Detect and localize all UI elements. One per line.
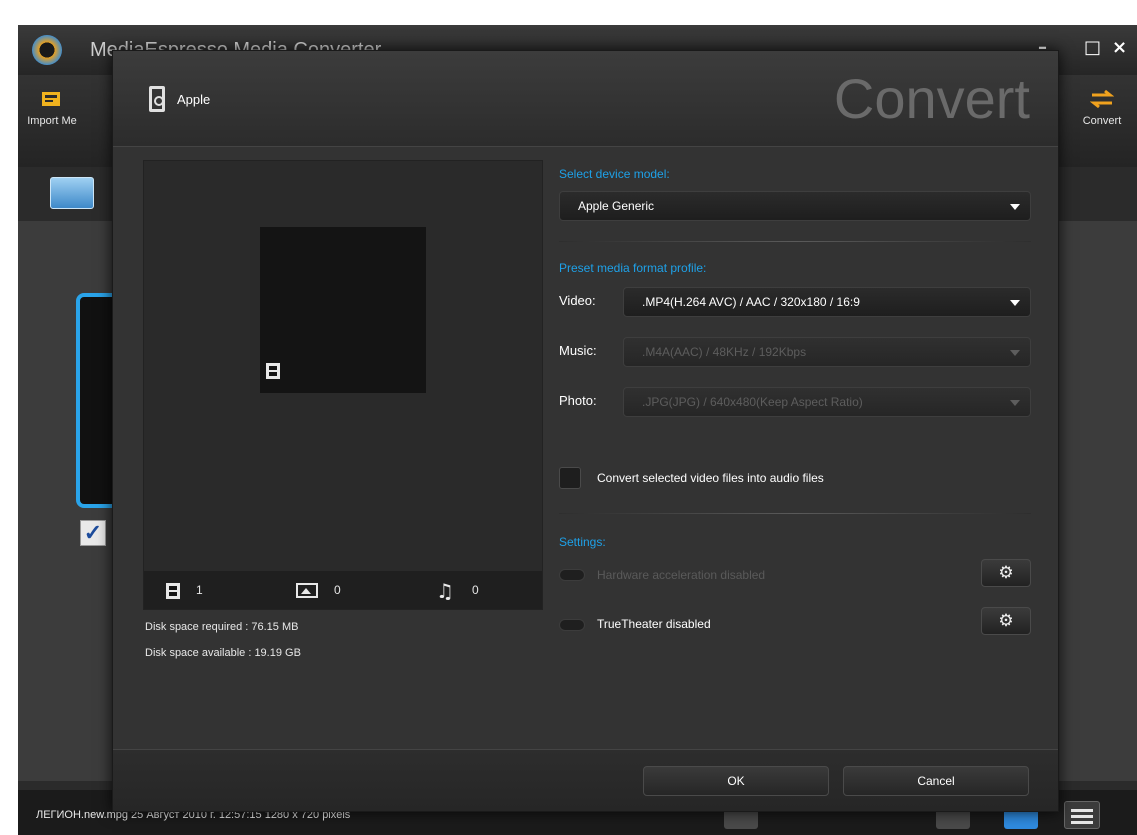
close-icon[interactable]: × [1112,37,1127,58]
music-format-select[interactable]: .M4A(AAC) / 48KHz / 192Kbps [623,337,1031,367]
video-label: Video: [559,293,596,308]
device-name: Apple [177,92,211,107]
settings-label: Settings: [559,535,606,549]
music-count-icon: ♫ [436,579,454,603]
video-format-select[interactable]: .MP4(H.264 AVC) / AAC / 320x180 / 16:9 [623,287,1031,317]
preview-pane: 1 0 ♫ 0 [143,160,543,610]
truetheater-toggle[interactable] [559,619,585,631]
media-count-bar: 1 0 ♫ 0 [144,571,542,609]
truetheater-label: TrueTheater disabled [597,617,711,631]
dialog-footer: OK Cancel [113,749,1058,811]
preview-frame [260,227,426,393]
cancel-button[interactable]: Cancel [843,766,1029,796]
music-count: 0 [472,583,479,597]
chevron-down-icon [1010,400,1020,406]
import-media-button[interactable]: Import Me [18,83,92,127]
preset-profile-label: Preset media format profile: [559,261,707,275]
chevron-down-icon [1010,204,1020,210]
convert-to-audio-checkbox[interactable] [559,467,581,489]
disk-space-available: Disk space available : 19.19 GB [145,647,301,659]
video-count-icon [166,583,180,599]
dialog-title: Convert [833,67,1030,130]
import-media-label: Import Me [27,115,77,127]
ok-button[interactable]: OK [643,766,829,796]
select-device-label: Select device model: [559,167,670,181]
import-icon [42,92,60,106]
film-icon [266,363,280,379]
hardware-settings-button[interactable]: ⚙ [981,559,1031,587]
device-model-select[interactable]: Apple Generic [559,191,1031,221]
ipod-icon [149,86,165,112]
hardware-acceleration-toggle[interactable] [559,569,585,581]
gear-icon: ⚙ [998,611,1014,631]
photo-count-icon [296,583,318,598]
convert-toolbar-button[interactable]: Convert [1062,83,1137,127]
photo-count: 0 [334,583,341,597]
convert-to-audio-label: Convert selected video files into audio … [597,471,824,485]
photo-format-select[interactable]: .JPG(JPG) / 640x480(Keep Aspect Ratio) [623,387,1031,417]
music-label: Music: [559,343,597,358]
device-model-value: Apple Generic [578,199,655,213]
maximize-icon[interactable]: □ [1084,37,1101,58]
video-format-value: .MP4(H.264 AVC) / AAC / 320x180 / 16:9 [642,295,860,309]
video-count: 1 [196,583,203,597]
convert-toolbar-label: Convert [1082,115,1122,127]
convert-arrows-icon [1090,89,1114,109]
list-view-icon[interactable] [1064,801,1100,829]
truetheater-settings-button[interactable]: ⚙ [981,607,1031,635]
app-window: MediaEspresso Media Converter – □ × Impo… [18,25,1137,835]
chevron-down-icon [1010,350,1020,356]
photo-format-value: .JPG(JPG) / 640x480(Keep Aspect Ratio) [642,395,863,409]
divider [559,241,1031,242]
media-library-tab-icon[interactable] [50,177,94,209]
gear-icon: ⚙ [998,563,1014,583]
photo-label: Photo: [559,393,597,408]
convert-dialog: Apple Convert 1 0 ♫ 0 Disk space require… [112,50,1059,812]
disk-space-required: Disk space required : 76.15 MB [145,621,299,633]
hardware-acceleration-label: Hardware acceleration disabled [597,568,766,582]
app-logo-icon [32,35,62,65]
media-checkbox[interactable]: ✓ [80,520,106,546]
chevron-down-icon [1010,300,1020,306]
divider [559,513,1031,514]
music-format-value: .M4A(AAC) / 48KHz / 192Kbps [642,345,807,359]
